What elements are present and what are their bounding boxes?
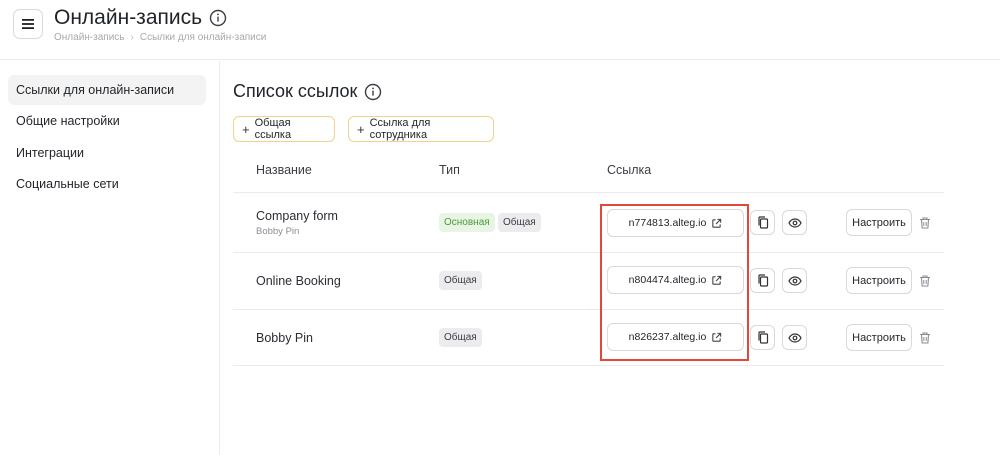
booking-link-text: n774813.alteg.io <box>628 217 707 229</box>
link-subtitle: Bobby Pin <box>256 226 300 237</box>
add-employee-link-label: Ссылка для сотрудника <box>369 117 431 141</box>
link-name: Company form <box>256 209 338 223</box>
link-name: Bobby Pin <box>256 331 313 345</box>
hamburger-menu-icon <box>22 19 34 29</box>
trash-icon[interactable] <box>918 274 932 288</box>
type-badge-main: Основная <box>439 213 495 232</box>
divider <box>233 309 944 310</box>
trash-icon[interactable] <box>918 331 932 345</box>
external-link-icon <box>712 218 722 228</box>
page-title: Онлайн-запись <box>54 6 203 29</box>
add-employee-link-button[interactable]: + Ссылка для сотрудника <box>348 116 494 142</box>
info-icon[interactable] <box>364 83 382 101</box>
type-badge-common: Общая <box>439 328 482 347</box>
eye-icon <box>787 275 802 286</box>
sidebar-item-social-networks[interactable]: Социальные сети <box>8 169 206 199</box>
add-common-link-label: Общая ссылка <box>254 117 292 141</box>
section-title: Список ссылок <box>233 81 358 101</box>
link-name: Online Booking <box>256 274 341 288</box>
column-header-name: Название <box>256 163 312 177</box>
divider <box>233 252 944 253</box>
configure-button[interactable]: Настроить <box>846 267 912 294</box>
sidebar-item-integrations[interactable]: Интеграции <box>8 138 206 168</box>
booking-link-text: n804474.alteg.io <box>628 274 707 286</box>
column-header-link: Ссылка <box>607 163 652 177</box>
sidebar-item-label: Социальные сети <box>16 177 119 191</box>
copy-icon <box>757 331 768 344</box>
divider <box>233 365 944 366</box>
eye-icon <box>787 217 802 228</box>
breadcrumb-item-current: Ссылки для онлайн-записи <box>139 32 267 43</box>
plus-icon: + <box>242 121 250 137</box>
preview-link-button[interactable] <box>782 210 807 235</box>
copy-link-button[interactable] <box>750 325 775 350</box>
copy-icon <box>757 274 768 287</box>
booking-link[interactable]: n826237.alteg.io <box>607 323 744 351</box>
breadcrumb-item-home[interactable]: Онлайн-запись <box>54 32 125 43</box>
column-header-type: Тип <box>439 163 460 177</box>
page-header: Онлайн-запись Онлайн-запись › Ссылки для… <box>0 0 1000 60</box>
copy-icon <box>757 216 768 229</box>
booking-link[interactable]: n774813.alteg.io <box>607 209 744 237</box>
sidebar-item-label: Общие настройки <box>16 114 120 128</box>
external-link-icon <box>712 332 722 342</box>
breadcrumb: Онлайн-запись › Ссылки для онлайн-записи <box>54 32 266 43</box>
configure-button[interactable]: Настроить <box>846 324 912 351</box>
configure-button[interactable]: Настроить <box>846 209 912 236</box>
trash-icon[interactable] <box>918 216 932 230</box>
copy-link-button[interactable] <box>750 210 775 235</box>
eye-icon <box>787 332 802 343</box>
divider <box>233 192 944 193</box>
sidebar: Ссылки для онлайн-записи Общие настройки… <box>0 61 220 455</box>
copy-link-button[interactable] <box>750 268 775 293</box>
booking-link-text: n826237.alteg.io <box>628 331 707 343</box>
sidebar-item-booking-links[interactable]: Ссылки для онлайн-записи <box>8 75 206 105</box>
menu-button[interactable] <box>13 9 43 39</box>
plus-icon: + <box>357 121 365 137</box>
booking-link[interactable]: n804474.alteg.io <box>607 266 744 294</box>
chevron-right-icon: › <box>130 32 134 43</box>
sidebar-item-general-settings[interactable]: Общие настройки <box>8 106 206 136</box>
preview-link-button[interactable] <box>782 268 807 293</box>
type-badge-common: Общая <box>439 271 482 290</box>
sidebar-item-label: Интеграции <box>16 146 85 160</box>
type-badge-common: Общая <box>498 213 541 232</box>
add-common-link-button[interactable]: + Общая ссылка <box>233 116 335 142</box>
info-icon[interactable] <box>209 9 227 27</box>
preview-link-button[interactable] <box>782 325 807 350</box>
external-link-icon <box>712 275 722 285</box>
sidebar-item-label: Ссылки для онлайн-записи <box>16 83 175 97</box>
